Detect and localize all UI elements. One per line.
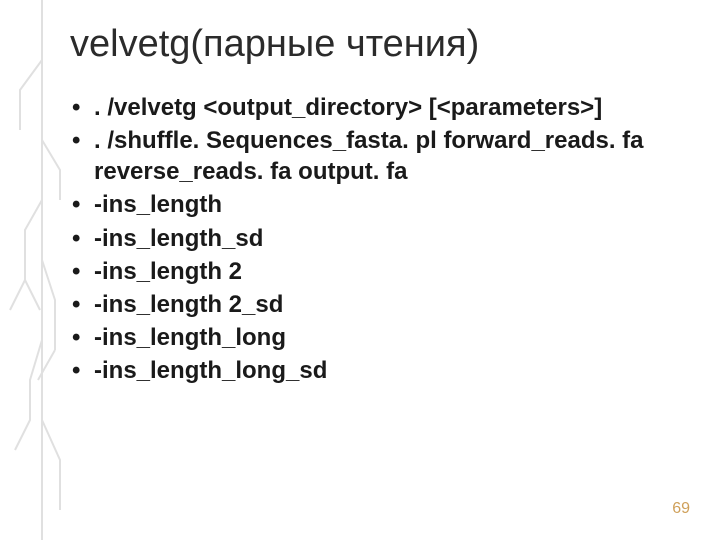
bullet-list: . /velvetg <output_directory> [<paramete… <box>70 92 680 387</box>
slide-container: velvetg(парные чтения) . /velvetg <outpu… <box>0 0 720 540</box>
page-number: 69 <box>672 500 690 518</box>
list-item: -ins_length_sd <box>70 223 680 254</box>
list-item: -ins_length_long <box>70 322 680 353</box>
list-item: -ins_length 2_sd <box>70 289 680 320</box>
list-item: . /velvetg <output_directory> [<paramete… <box>70 92 680 123</box>
list-item: -ins_length 2 <box>70 256 680 287</box>
list-item: -ins_length <box>70 189 680 220</box>
list-item: -ins_length_long_sd <box>70 355 680 386</box>
slide-title: velvetg(парные чтения) <box>70 24 680 66</box>
list-item: . /shuffle. Sequences_fasta. pl forward_… <box>70 125 680 187</box>
